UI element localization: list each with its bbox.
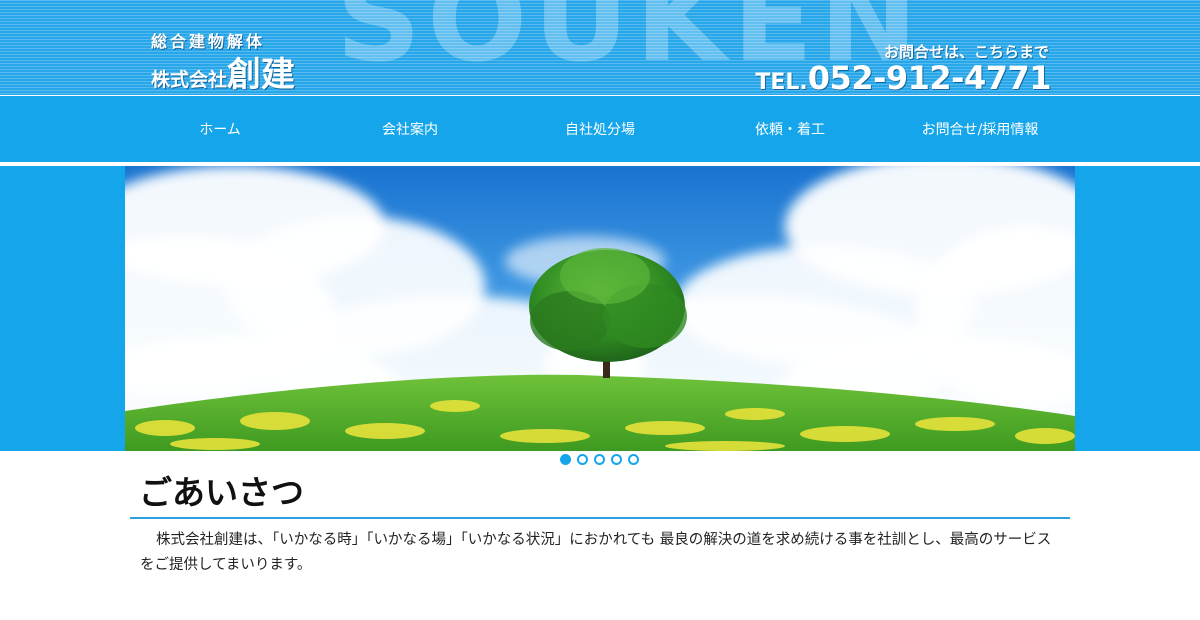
site-logo[interactable]: 株式会社創建 <box>151 58 295 92</box>
site-header: SOUKEN 総合建物解体 株式会社創建 お問合せは、こちらまで TEL.052… <box>0 0 1200 96</box>
slider-pagination <box>560 454 645 466</box>
nav-item-contact-recruit[interactable]: お問合せ/採用情報 <box>885 96 1075 162</box>
nav-item-company[interactable]: 会社案内 <box>315 96 505 162</box>
hero-slide-image <box>125 166 1075 451</box>
main-nav: ホーム 会社案内 自社処分場 依頼・着工 お問合せ/採用情報 <box>0 96 1200 162</box>
phone-number: 052-912-4771 <box>807 59 1052 96</box>
nav-item-home[interactable]: ホーム <box>125 96 315 162</box>
section-title-greeting: ごあいさつ <box>139 473 304 512</box>
slider-dot-3[interactable] <box>594 454 605 465</box>
slider-dot-5[interactable] <box>628 454 639 465</box>
nav-item-disposal-site[interactable]: 自社処分場 <box>505 96 695 162</box>
slider-dot-2[interactable] <box>577 454 588 465</box>
slider-dot-4[interactable] <box>611 454 622 465</box>
slider-dot-1[interactable] <box>560 454 571 465</box>
title-underline <box>130 517 1070 519</box>
contact-label: お問合せは、こちらまで <box>883 43 1049 61</box>
logo-brand-name: 創建 <box>227 55 296 95</box>
phone-number-link[interactable]: TEL.052-912-4771 <box>755 62 1051 94</box>
phone-prefix: TEL. <box>755 70 808 95</box>
logo-tagline: 総合建物解体 <box>151 32 266 51</box>
logo-company-type: 株式会社 <box>151 69 228 91</box>
nav-item-request[interactable]: 依頼・着工 <box>695 96 885 162</box>
greeting-text: 株式会社創建は、「いかなる時」「いかなる場」「いかなる状況」におかれても 最良の… <box>140 532 1052 573</box>
